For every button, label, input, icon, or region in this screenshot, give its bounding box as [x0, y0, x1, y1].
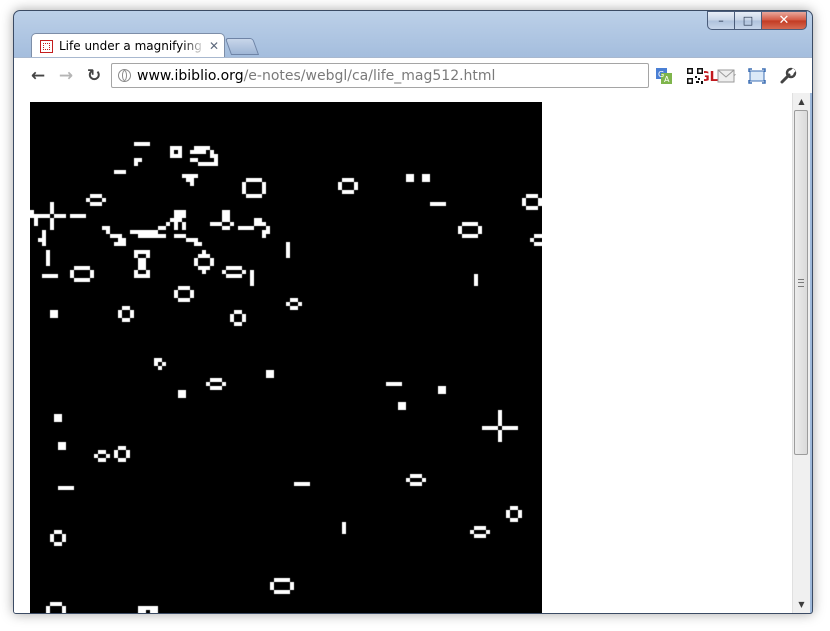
tab-active[interactable]: Life under a magnifying gla ✕ [31, 33, 225, 58]
svg-text:A: A [664, 75, 670, 84]
wrench-icon[interactable] [778, 66, 798, 86]
url-domain: www.ibiblio.org [137, 67, 244, 84]
minimize-icon[interactable]: – [707, 11, 734, 30]
fullscreen-icon[interactable] [747, 66, 767, 86]
browser-window: – □ ✕ Life under a magnifying gla ✕ ← → … [13, 10, 813, 614]
scroll-up-arrow-icon[interactable]: ▲ [793, 94, 810, 109]
forward-arrow-icon[interactable]: → [56, 66, 76, 86]
qr-code-icon[interactable] [685, 66, 705, 86]
address-bar[interactable]: www.ibiblio.org/e-notes/webgl/ca/life_ma… [111, 63, 737, 88]
tab-title: Life under a magnifying gla [59, 39, 205, 53]
canvas-favicon-icon [40, 39, 53, 53]
page-content [14, 93, 792, 613]
tab-close-icon[interactable]: ✕ [209, 39, 219, 53]
scrollbar-thumb[interactable] [794, 110, 808, 455]
globe-icon [118, 69, 131, 82]
vertical-scrollbar[interactable]: ▲ ▼ [792, 93, 810, 613]
url-text: www.ibiblio.org/e-notes/webgl/ca/life_ma… [137, 68, 495, 84]
scroll-down-arrow-icon[interactable]: ▼ [793, 597, 810, 612]
life-canvas[interactable] [30, 102, 542, 613]
reload-icon[interactable]: ↻ [84, 66, 104, 86]
mail-icon[interactable] [716, 66, 736, 86]
close-icon[interactable]: ✕ [761, 11, 807, 30]
new-tab-button[interactable] [224, 38, 260, 55]
url-path: /e-notes/webgl/ca/life_mag512.html [243, 67, 496, 84]
window-caption-buttons: – □ ✕ [707, 11, 807, 31]
scrollbar-grip-icon [798, 279, 804, 287]
maximize-icon[interactable]: □ [734, 11, 761, 30]
translate-icon[interactable]: GA [654, 66, 674, 86]
back-arrow-icon[interactable]: ← [28, 66, 48, 86]
toolbar: ← → ↻ www.ibiblio.org/e-notes/webgl/ca/l… [14, 57, 812, 93]
